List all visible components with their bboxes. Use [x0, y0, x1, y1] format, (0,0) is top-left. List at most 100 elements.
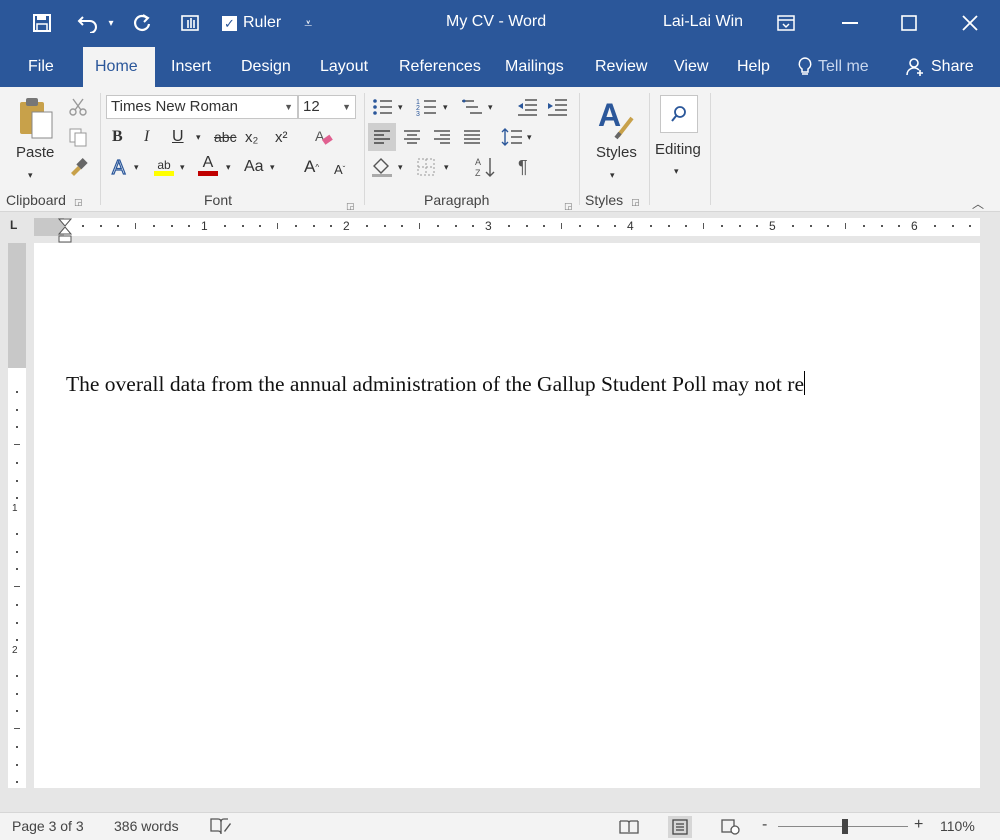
change-case-button[interactable]: Aa [244, 155, 264, 179]
clear-formatting-icon[interactable]: A [314, 125, 334, 149]
text-effects-dropdown-icon[interactable]: ▾ [134, 155, 139, 179]
ribbon-display-options-icon[interactable] [770, 8, 802, 38]
undo-dropdown-icon[interactable]: ▾ [106, 9, 116, 37]
shrink-font-button[interactable]: Aˇ [334, 157, 345, 181]
minimize-icon[interactable] [834, 8, 866, 38]
decrease-indent-icon[interactable] [516, 95, 538, 119]
justify-icon[interactable] [460, 125, 484, 149]
increase-indent-icon[interactable] [546, 95, 568, 119]
cut-icon[interactable] [66, 95, 90, 119]
borders-dropdown-icon[interactable]: ▾ [444, 155, 449, 179]
highlight-color-button[interactable]: ab [154, 155, 174, 179]
styles-launcher-icon[interactable]: ◲ [631, 197, 640, 207]
show-marks-button[interactable]: ¶ [518, 155, 528, 179]
tab-file[interactable]: File [16, 47, 66, 87]
line-spacing-dropdown-icon[interactable]: ▾ [527, 125, 532, 149]
strikethrough-button[interactable]: abc [214, 125, 237, 149]
proofing-icon[interactable] [210, 817, 232, 838]
text-effects-icon[interactable]: A [110, 155, 132, 179]
user-name[interactable]: Lai-Lai Win [663, 13, 743, 31]
customize-qat-icon[interactable]: ⩡ [303, 9, 313, 37]
format-painter-icon[interactable] [66, 155, 90, 179]
save-icon[interactable] [28, 9, 56, 37]
tab-help[interactable]: Help [725, 47, 782, 87]
tab-view[interactable]: View [662, 47, 720, 87]
touch-mode-icon[interactable] [176, 9, 204, 37]
editing-button-label[interactable]: Editing [655, 141, 701, 158]
numbering-icon[interactable]: 123 [416, 95, 438, 119]
change-case-dropdown-icon[interactable]: ▾ [270, 155, 275, 179]
tab-review[interactable]: Review [583, 47, 659, 87]
font-family-select[interactable]: Times New Roman ▼ [106, 95, 298, 119]
styles-button-label[interactable]: Styles [596, 144, 637, 161]
bullets-dropdown-icon[interactable]: ▾ [398, 95, 403, 119]
shading-icon[interactable] [370, 155, 394, 179]
zoom-slider-thumb[interactable] [842, 819, 848, 834]
superscript-button[interactable]: x² [275, 125, 288, 149]
multilevel-dropdown-icon[interactable]: ▾ [488, 95, 493, 119]
tab-design[interactable]: Design [229, 47, 303, 87]
word-count[interactable]: 386 words [114, 818, 179, 834]
font-size-select[interactable]: 12 ▼ [298, 95, 356, 119]
copy-icon[interactable] [66, 125, 90, 149]
font-color-button[interactable]: A [198, 153, 218, 177]
ruler-tick [16, 497, 18, 500]
subscript-button[interactable]: x₂ [245, 125, 258, 149]
align-left-icon[interactable] [368, 123, 396, 151]
ruler-toggle[interactable]: ✓ Ruler [222, 14, 281, 32]
ruler-tick [277, 223, 278, 229]
grow-font-button[interactable]: A ^ [304, 155, 319, 179]
align-right-icon[interactable] [430, 125, 454, 149]
search-icon[interactable] [660, 95, 698, 133]
font-family-value: Times New Roman [111, 98, 238, 115]
tab-home[interactable]: Home [83, 47, 155, 87]
print-layout-icon[interactable] [668, 816, 692, 838]
styles-icon[interactable]: A [594, 95, 638, 141]
page-count[interactable]: Page 3 of 3 [12, 818, 84, 834]
clipboard-launcher-icon[interactable]: ◲ [74, 197, 83, 207]
horizontal-ruler[interactable]: 1 2 3 4 5 6 [34, 218, 980, 243]
tab-layout[interactable]: Layout [308, 47, 380, 87]
share-button[interactable]: Share [905, 47, 974, 87]
redo-icon[interactable] [128, 9, 156, 37]
align-center-icon[interactable] [400, 125, 424, 149]
borders-icon[interactable] [416, 155, 436, 179]
line-spacing-icon[interactable] [500, 125, 524, 149]
document-paragraph[interactable]: The overall data from the annual adminis… [66, 372, 804, 396]
underline-dropdown-icon[interactable]: ▾ [196, 125, 201, 149]
close-icon[interactable] [954, 8, 986, 38]
zoom-out-button[interactable]: - [762, 816, 767, 834]
web-layout-icon[interactable] [719, 816, 743, 838]
numbering-dropdown-icon[interactable]: ▾ [443, 95, 448, 119]
font-color-dropdown-icon[interactable]: ▾ [226, 155, 231, 179]
styles-dropdown-icon[interactable]: ▾ [610, 163, 615, 187]
underline-button[interactable]: U [172, 125, 184, 149]
italic-button[interactable]: I [144, 125, 149, 149]
highlight-dropdown-icon[interactable]: ▾ [180, 155, 185, 179]
tell-me-search[interactable]: Tell me [798, 47, 869, 87]
read-mode-icon[interactable] [617, 816, 641, 838]
bullets-icon[interactable] [372, 95, 394, 119]
document-page[interactable]: The overall data from the annual adminis… [34, 243, 980, 788]
paste-dropdown-icon[interactable]: ▾ [28, 163, 33, 187]
ruler-tick [791, 225, 794, 227]
multilevel-list-icon[interactable] [460, 95, 484, 119]
zoom-in-button[interactable]: + [914, 816, 923, 834]
vertical-ruler[interactable]: 1 2 [8, 243, 26, 788]
tab-mailings[interactable]: Mailings [493, 47, 576, 87]
zoom-level[interactable]: 110% [940, 818, 975, 834]
bold-button[interactable]: B [112, 125, 123, 149]
tab-insert[interactable]: Insert [159, 47, 223, 87]
sort-icon[interactable]: AZ [474, 155, 496, 179]
document-body[interactable]: The overall data from the annual adminis… [66, 371, 805, 397]
paste-button-label[interactable]: Paste [16, 144, 54, 161]
shading-dropdown-icon[interactable]: ▾ [398, 155, 403, 179]
editing-dropdown-icon[interactable]: ▾ [674, 159, 679, 183]
maximize-icon[interactable] [893, 8, 925, 38]
ruler-tick [756, 225, 759, 227]
tab-references[interactable]: References [387, 47, 493, 87]
tab-selector[interactable]: L [10, 218, 28, 236]
paste-icon[interactable] [14, 95, 58, 141]
undo-icon[interactable] [74, 9, 102, 37]
checkbox-icon[interactable]: ✓ [222, 15, 237, 31]
